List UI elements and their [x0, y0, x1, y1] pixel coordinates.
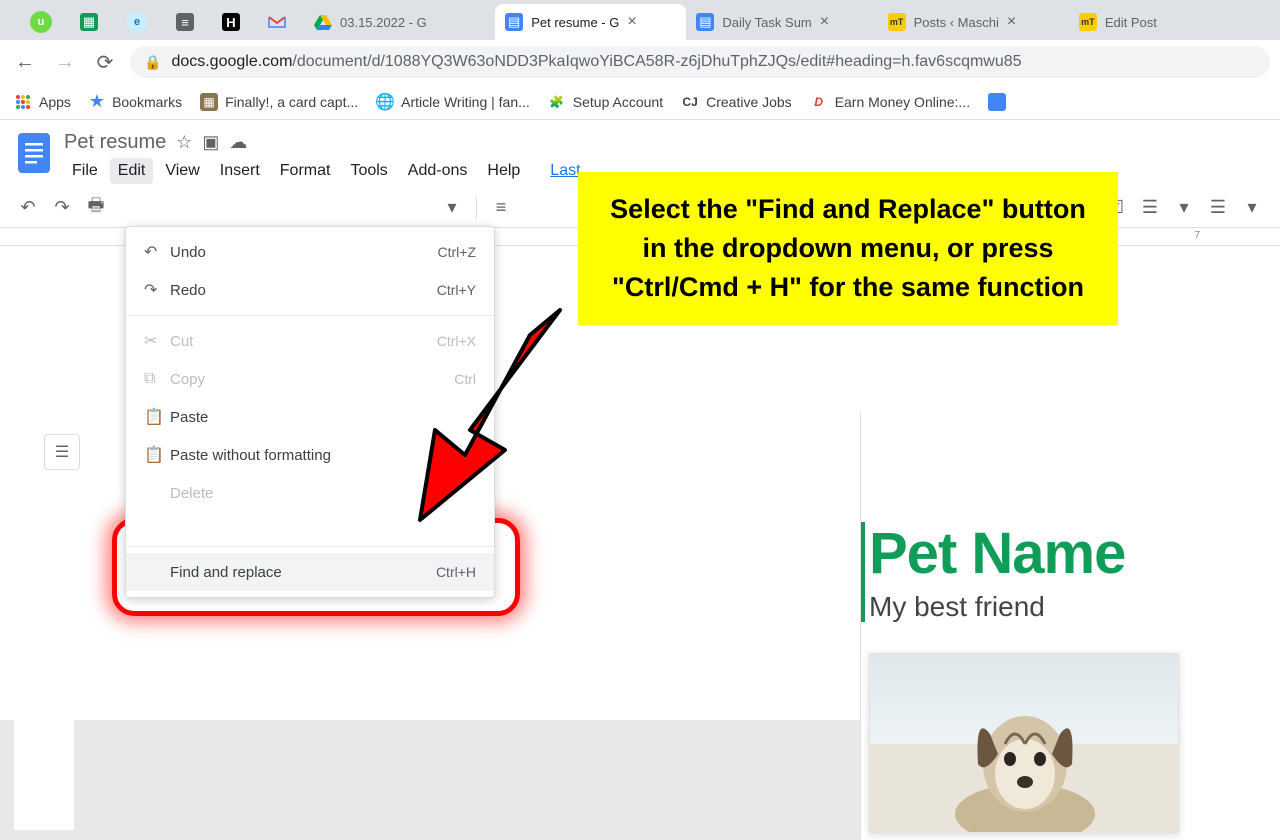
menu-edit[interactable]: Edit: [110, 158, 154, 184]
browser-tab[interactable]: ≡: [166, 4, 212, 40]
document-heading[interactable]: Pet Name: [869, 520, 1280, 587]
bookmark-item[interactable]: ★Bookmarks: [89, 91, 182, 112]
edge-icon: e: [126, 11, 148, 33]
back-button[interactable]: ←: [10, 47, 40, 77]
star-icon: ★: [89, 91, 105, 112]
sheets-icon: ▦: [80, 13, 98, 31]
star-icon[interactable]: ☆: [176, 132, 192, 153]
url-path: /document/d/1088YQ3W63oNDD3PkaIqwoYiBCA5…: [292, 53, 1021, 71]
numbered-list-button[interactable]: ☰: [1204, 194, 1232, 222]
tab-title: Daily Task Sum: [722, 15, 811, 30]
browser-tab[interactable]: ▦: [70, 4, 116, 40]
browser-tab[interactable]: H: [212, 4, 258, 40]
app-icon: H: [222, 13, 240, 31]
menu-help[interactable]: Help: [479, 158, 528, 184]
url-host: docs.google.com: [171, 53, 292, 71]
bookmark-item[interactable]: 🌐Article Writing | fan...: [376, 93, 530, 111]
docs-icon: ▤: [696, 13, 714, 31]
copy-icon: ⧉: [144, 370, 170, 388]
document-subheading[interactable]: My best friend: [869, 591, 1280, 623]
tab-title: Edit Post: [1105, 15, 1157, 30]
site-icon: CJ: [681, 93, 699, 111]
url-field[interactable]: 🔒 docs.google.com/document/d/1088YQ3W63o…: [130, 46, 1270, 78]
menu-tools[interactable]: Tools: [342, 158, 395, 184]
tab-strip: u ▦ e ≡ H 03.15.2022 - G ▤ Pet resume - G…: [0, 0, 1280, 40]
close-icon[interactable]: ×: [1007, 13, 1016, 31]
address-bar: ← → ⟳ 🔒 docs.google.com/document/d/1088Y…: [0, 40, 1280, 84]
cloud-icon[interactable]: ☁: [229, 132, 247, 153]
site-icon: [988, 93, 1006, 111]
redo-icon: ↷: [144, 280, 170, 300]
tab-title: Pet resume - G: [531, 15, 619, 30]
site-icon: D: [810, 93, 828, 111]
apps-icon: [14, 93, 32, 111]
browser-tab-active[interactable]: ▤ Pet resume - G ×: [495, 4, 686, 40]
undo-icon: ↶: [144, 242, 170, 262]
site-icon: 🧩: [548, 93, 566, 111]
move-icon[interactable]: ▣: [202, 132, 219, 153]
paste-icon: 📋: [144, 407, 170, 427]
bookmark-item[interactable]: ▦Finally!, a card capt...: [200, 93, 358, 111]
bookmarks-bar: Apps ★Bookmarks ▦Finally!, a card capt..…: [0, 84, 1280, 120]
bookmark-item[interactable]: [988, 93, 1006, 111]
drive-icon: [314, 13, 332, 31]
gmail-icon: [268, 13, 286, 31]
document-canvas[interactable]: Pet Name My best friend: [860, 412, 1280, 840]
document-title[interactable]: Pet resume: [64, 131, 166, 154]
toolbar-dropdown[interactable]: ▾: [438, 194, 466, 222]
menu-separator: [126, 546, 494, 547]
paste-plain-icon: 📋: [144, 445, 170, 465]
site-icon: mT: [888, 13, 906, 31]
outline-button[interactable]: ☰: [44, 434, 80, 470]
cut-icon: ✂: [144, 331, 170, 351]
dropdown-icon[interactable]: ▾: [1170, 194, 1198, 222]
browser-chrome: u ▦ e ≡ H 03.15.2022 - G ▤ Pet resume - G…: [0, 0, 1280, 120]
browser-tab[interactable]: mT Posts ‹ Maschi ×: [878, 4, 1069, 40]
site-icon: mT: [1079, 13, 1097, 31]
tutorial-callout: Select the "Find and Replace" button in …: [578, 172, 1118, 325]
app-icon: ≡: [176, 13, 194, 31]
bullet-list-button[interactable]: ☰: [1136, 194, 1164, 222]
forward-button[interactable]: →: [50, 47, 80, 77]
upwork-icon: u: [30, 11, 52, 33]
tutorial-arrow: [390, 290, 580, 530]
dog-image: [920, 694, 1130, 833]
close-icon[interactable]: ×: [820, 13, 829, 31]
menu-file[interactable]: File: [64, 158, 106, 184]
menu-undo[interactable]: ↶UndoCtrl+Z: [126, 233, 494, 271]
bookmark-item[interactable]: DEarn Money Online:...: [810, 93, 970, 111]
menu-view[interactable]: View: [157, 158, 207, 184]
browser-tab[interactable]: mT Edit Post: [1069, 4, 1260, 40]
menu-format[interactable]: Format: [272, 158, 339, 184]
docs-icon: ▤: [505, 13, 523, 31]
browser-tab[interactable]: 03.15.2022 - G: [304, 4, 495, 40]
document-margin: [14, 410, 74, 830]
browser-tab[interactable]: e: [116, 4, 166, 40]
document-image[interactable]: [869, 653, 1179, 833]
dropdown-icon[interactable]: ▾: [1238, 194, 1266, 222]
tab-title: 03.15.2022 - G: [340, 15, 427, 30]
menu-insert[interactable]: Insert: [212, 158, 268, 184]
browser-tab[interactable]: u: [20, 4, 70, 40]
undo-button[interactable]: ↶: [14, 194, 42, 222]
close-icon[interactable]: ×: [627, 13, 636, 31]
redo-button[interactable]: ↷: [48, 194, 76, 222]
reload-button[interactable]: ⟳: [90, 47, 120, 77]
heading-marker: [861, 522, 865, 622]
bookmark-item[interactable]: 🧩Setup Account: [548, 93, 663, 111]
bookmark-item[interactable]: CJCreative Jobs: [681, 93, 792, 111]
apps-button[interactable]: Apps: [14, 93, 71, 111]
menu-addons[interactable]: Add-ons: [400, 158, 476, 184]
lock-icon: 🔒: [144, 54, 161, 71]
tab-title: Posts ‹ Maschi: [914, 15, 999, 30]
print-button[interactable]: 🖶: [82, 194, 110, 222]
menu-find-and-replace[interactable]: Find and replaceCtrl+H: [126, 553, 494, 591]
browser-tab[interactable]: [258, 4, 304, 40]
align-button[interactable]: ≡: [487, 194, 515, 222]
site-icon: ▦: [200, 93, 218, 111]
globe-icon: 🌐: [376, 93, 394, 111]
browser-tab[interactable]: ▤ Daily Task Sum ×: [686, 4, 877, 40]
docs-logo[interactable]: [14, 128, 54, 178]
